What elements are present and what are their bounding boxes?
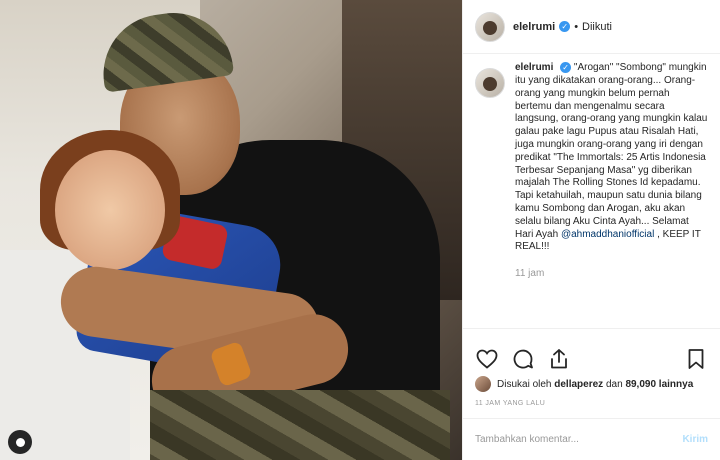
header-username[interactable]: elelrumi — [513, 21, 555, 33]
header-separator: • — [574, 20, 579, 33]
post-timestamp[interactable]: 11 JAM YANG LALU — [475, 400, 545, 407]
caption-row: elelrumi ✓ "Arogan" "Sombong" mungkin it… — [475, 62, 708, 254]
comment-box: Kirim — [463, 418, 720, 460]
share-icon[interactable] — [547, 347, 571, 371]
post-photo[interactable] — [0, 0, 462, 460]
caption-area[interactable]: elelrumi ✓ "Arogan" "Sombong" mungkin it… — [475, 62, 708, 324]
photo-camo-pants — [150, 390, 450, 460]
heart-icon[interactable] — [475, 347, 499, 371]
liker-name[interactable]: dellaperez — [554, 379, 603, 390]
caption-time: 11 jam — [515, 268, 545, 280]
user-tag-icon[interactable] — [8, 430, 32, 454]
liker-avatar[interactable] — [475, 376, 491, 392]
post-header: elelrumi ✓ • Diikuti — [463, 0, 720, 54]
caption-avatar[interactable] — [475, 68, 505, 98]
avatar[interactable] — [475, 11, 505, 42]
caption-text: elelrumi ✓ "Arogan" "Sombong" mungkin it… — [515, 62, 708, 254]
caption-body: "Arogan" "Sombong" mungkin itu yang dika… — [515, 62, 708, 240]
send-button[interactable]: Kirim — [682, 434, 708, 445]
likes-count[interactable]: 89,090 lainnya — [625, 379, 693, 390]
divider — [463, 328, 720, 329]
verified-badge-icon: ✓ — [560, 62, 572, 73]
comment-input[interactable] — [475, 434, 683, 445]
caption-username[interactable]: elelrumi — [515, 62, 553, 73]
bookmark-icon[interactable] — [684, 347, 708, 371]
action-bar — [475, 344, 708, 374]
post-side-panel: elelrumi ✓ • Diikuti elelrumi ✓ "Arogan"… — [462, 0, 720, 460]
likes-prefix: Disukai oleh — [497, 378, 552, 390]
likes-middle: dan — [605, 378, 623, 390]
photo-child-face — [55, 150, 165, 270]
likes-row: Disukai oleh dellaperez dan 89,090 lainn… — [475, 376, 708, 392]
verified-badge-icon: ✓ — [559, 21, 571, 32]
comment-icon[interactable] — [511, 347, 535, 371]
caption-mention[interactable]: @ahmaddhaniofficial — [561, 229, 654, 240]
follow-status[interactable]: Diikuti — [582, 21, 612, 33]
